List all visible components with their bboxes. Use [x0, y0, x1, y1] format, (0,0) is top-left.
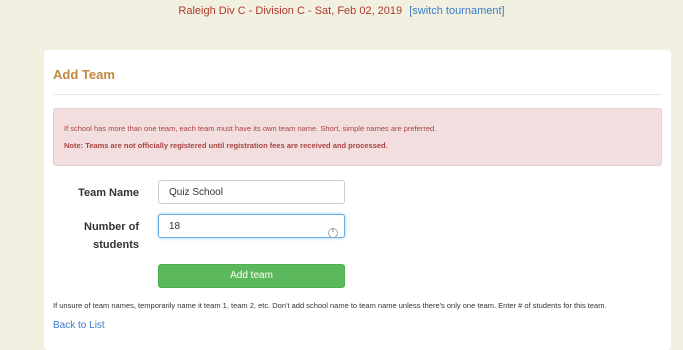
- help-text: If unsure of team names, temporarily nam…: [53, 301, 607, 310]
- students-input[interactable]: [158, 214, 345, 238]
- page-title: Add Team: [53, 67, 115, 82]
- add-team-button[interactable]: Add team: [158, 264, 345, 288]
- students-label-line2: students: [93, 239, 139, 251]
- team-name-label: Team Name: [78, 187, 139, 199]
- title-divider: [53, 94, 662, 95]
- info-alert: If school has more than one team, each t…: [53, 108, 662, 166]
- alert-message: If school has more than one team, each t…: [64, 124, 437, 133]
- number-spinner-icon[interactable]: ⇕: [328, 228, 338, 238]
- team-name-input[interactable]: [158, 180, 345, 204]
- add-team-panel: Add Team If school has more than one tea…: [44, 50, 671, 350]
- back-to-list-link[interactable]: Back to List: [53, 320, 105, 331]
- switch-tournament-link[interactable]: [switch tournament]: [409, 5, 504, 17]
- students-label-line1: Number of: [84, 221, 139, 233]
- tournament-header: Raleigh Div C - Division C - Sat, Feb 02…: [0, 0, 683, 30]
- alert-note: Note: Teams are not officially registere…: [64, 141, 388, 150]
- tournament-title: Raleigh Div C - Division C - Sat, Feb 02…: [178, 5, 403, 17]
